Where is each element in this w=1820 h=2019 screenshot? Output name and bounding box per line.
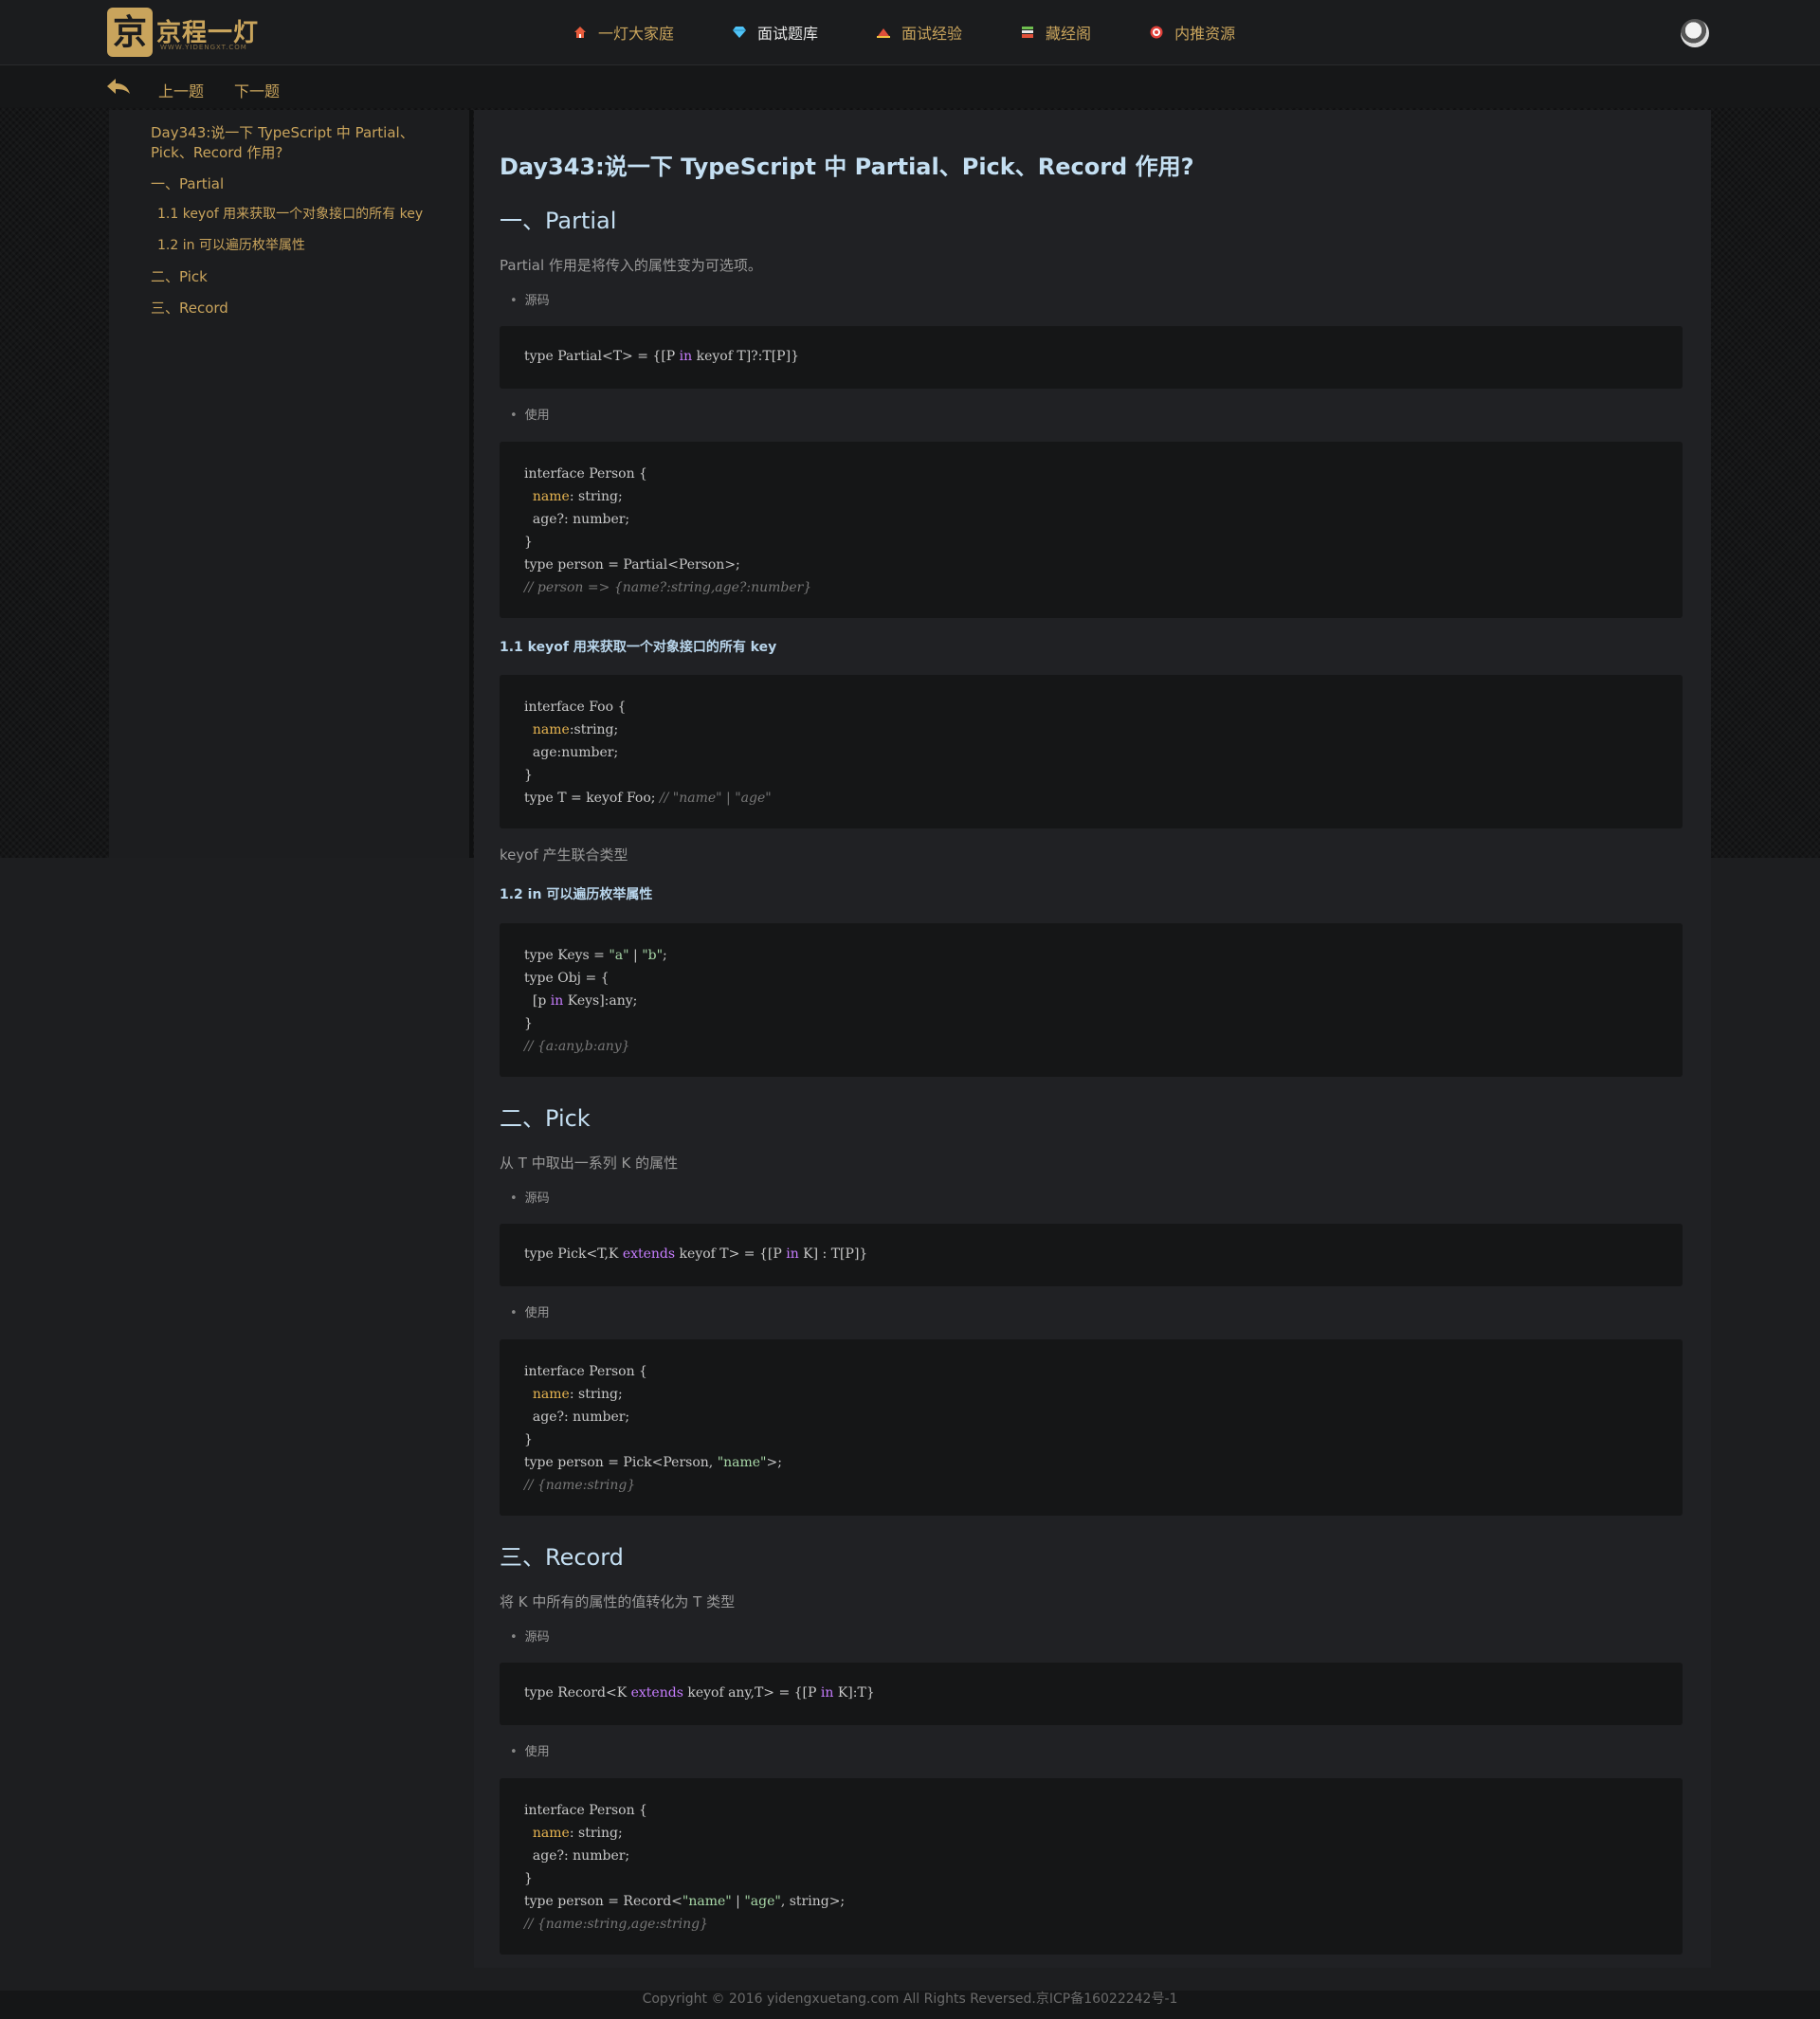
toc-item-in[interactable]: 1.2 in 可以遍历枚举属性: [157, 236, 305, 256]
code-block-keyof: interface Foo { name:string; age:number;…: [500, 675, 1683, 828]
copyright-text: Copyright © 2016 yidengxuetang.com All R…: [642, 1992, 1178, 2007]
diamond-icon: [733, 27, 747, 38]
user-avatar[interactable]: [1681, 19, 1709, 47]
partial-source-label: 源码: [510, 290, 550, 308]
hat-icon: [877, 28, 891, 38]
toc-item-pick[interactable]: 二、Pick: [151, 267, 208, 287]
code-block-record-source: type Record<K extends keyof any,T> = {[P…: [500, 1663, 1683, 1725]
back-arrow-icon[interactable]: [106, 78, 131, 95]
question-pager-bar: 上一题 下一题: [0, 65, 1820, 107]
record-source-label: 源码: [510, 1627, 550, 1645]
record-description: 将 K 中所有的属性的值转化为 T 类型: [500, 1593, 736, 1610]
section-heading-pick: 二、Pick: [500, 1105, 591, 1132]
nav-item-label: 内推资源: [1174, 25, 1236, 43]
pick-usage-label: 使用: [510, 1302, 550, 1320]
target-icon: [1150, 26, 1163, 39]
record-usage-label: 使用: [510, 1741, 550, 1759]
site-logo[interactable]: 京 京程一灯 WWW.YIDENGXT.COM: [107, 8, 268, 57]
keyof-description: keyof 产生联合类型: [500, 846, 628, 864]
next-question-link[interactable]: 下一题: [234, 79, 280, 101]
toc-item-keyof[interactable]: 1.1 keyof 用来获取一个对象接口的所有 key: [157, 205, 423, 225]
article-content: Day343:说一下 TypeScript 中 Partial、Pick、Rec…: [474, 110, 1711, 1968]
toc-item-record[interactable]: 三、Record: [151, 299, 228, 318]
section-heading-record: 三、Record: [500, 1544, 624, 1571]
nav-item-label: 一灯大家庭: [598, 25, 675, 43]
main-nav: 一灯大家庭 面试题库 面试经验 藏经阁 内推资源: [573, 0, 1294, 64]
subheading-keyof: 1.1 keyof 用来获取一个对象接口的所有 key: [500, 640, 777, 655]
book-icon: [1022, 27, 1034, 38]
pick-description: 从 T 中取出一系列 K 的属性: [500, 1155, 679, 1172]
nav-item-library[interactable]: 藏经阁: [1021, 21, 1091, 44]
pick-source-label: 源码: [510, 1188, 550, 1206]
code-block-pick-source: type Pick<T,K extends keyof T> = {[P in …: [500, 1224, 1683, 1286]
nav-item-label: 面试题库: [757, 25, 819, 43]
nav-item-question-bank[interactable]: 面试题库: [733, 21, 818, 44]
prev-question-link[interactable]: 上一题: [158, 79, 204, 101]
toc-title[interactable]: Day343:说一下 TypeScript 中 Partial、Pick、Rec…: [151, 123, 454, 163]
nav-item-label: 面试经验: [901, 25, 963, 43]
toc-item-partial[interactable]: 一、Partial: [151, 174, 224, 194]
table-of-contents: Day343:说一下 TypeScript 中 Partial、Pick、Rec…: [109, 110, 473, 858]
nav-item-family[interactable]: 一灯大家庭: [573, 21, 674, 44]
top-navbar: 京 京程一灯 WWW.YIDENGXT.COM 一灯大家庭 面试题库 面试经验 …: [0, 0, 1820, 65]
nav-item-label: 藏经阁: [1046, 25, 1092, 43]
partial-usage-label: 使用: [510, 405, 550, 423]
logo-mark: 京: [107, 8, 153, 57]
nav-item-referral[interactable]: 内推资源: [1150, 21, 1235, 44]
home-icon: [574, 27, 586, 38]
code-block-in: type Keys = "a" | "b"; type Obj = { [p i…: [500, 923, 1683, 1077]
nav-item-experience[interactable]: 面试经验: [877, 21, 962, 44]
page-footer: Copyright © 2016 yidengxuetang.com All R…: [0, 1991, 1820, 2019]
logo-subtitle: WWW.YIDENGXT.COM: [160, 44, 247, 51]
code-block-partial-source: type Partial<T> = {[P in keyof T]?:T[P]}: [500, 326, 1683, 389]
subheading-in: 1.2 in 可以遍历枚举属性: [500, 887, 653, 902]
article-title: Day343:说一下 TypeScript 中 Partial、Pick、Rec…: [500, 154, 1194, 180]
code-block-record-usage: interface Person { name: string; age?: n…: [500, 1778, 1683, 1955]
code-block-partial-usage: interface Person { name: string; age?: n…: [500, 442, 1683, 618]
partial-description: Partial 作用是将传入的属性变为可选项。: [500, 257, 762, 274]
code-block-pick-usage: interface Person { name: string; age?: n…: [500, 1339, 1683, 1516]
section-heading-partial: 一、Partial: [500, 208, 617, 234]
